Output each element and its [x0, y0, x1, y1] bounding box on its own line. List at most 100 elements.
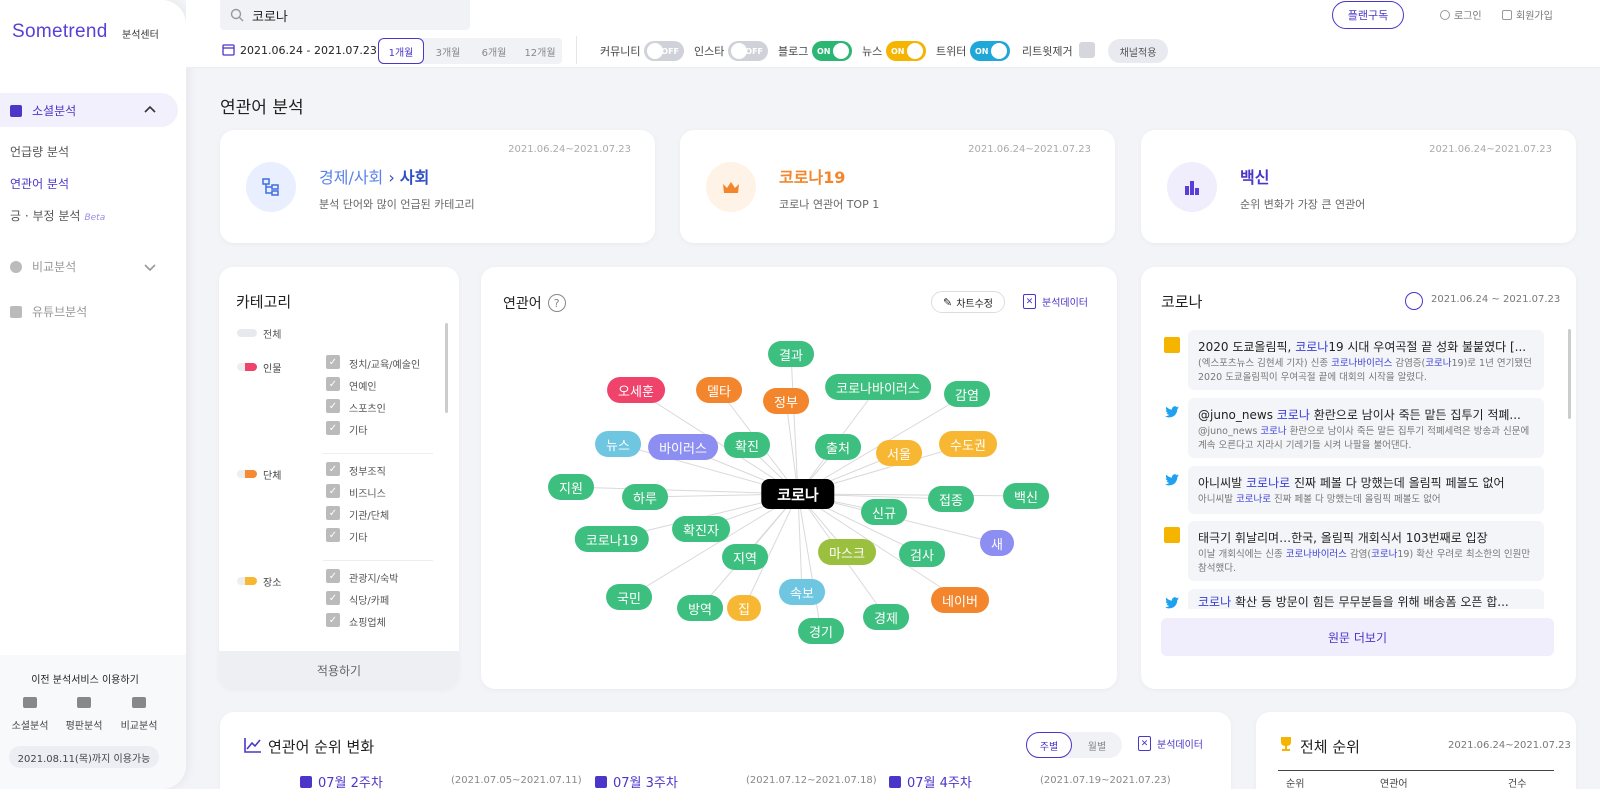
category-toggle[interactable] [237, 577, 257, 585]
legacy-reputation-link[interactable]: 평판분석 [56, 717, 112, 732]
keyword-bubble[interactable]: 결과 [768, 341, 814, 367]
keyword-bubble[interactable]: 국민 [606, 584, 652, 610]
sidebar-item-related[interactable]: 연관어 분석 [10, 175, 69, 192]
date-range[interactable]: 2021.06.24 - 2021.07.23 [240, 44, 377, 57]
keyword-bubble[interactable]: 뉴스 [595, 431, 641, 457]
rank-data-button[interactable]: ✕ 분석데이터 [1138, 736, 1203, 751]
category-checkbox[interactable]: ✓ [326, 399, 340, 413]
toggle-insta[interactable]: OFF [728, 41, 768, 61]
category-checkbox[interactable]: ✓ [326, 528, 340, 542]
apply-button[interactable]: 적용하기 [219, 651, 459, 689]
keyword-bubble[interactable]: 백신 [1003, 483, 1049, 509]
keyword-bubble[interactable]: 수도권 [939, 431, 997, 457]
keyword-bubble[interactable]: 속보 [779, 579, 825, 605]
keyword-bubble[interactable]: 접종 [928, 486, 974, 512]
week-label: 07월 4주차 [889, 772, 972, 789]
tab-monthly[interactable]: 월별 [1074, 733, 1120, 757]
news-item[interactable]: 태극기 휘날리며…한국, 올림픽 개회식서 103번째로 입장 이날 개회식에는… [1188, 521, 1544, 581]
category-checkbox[interactable]: ✓ [326, 569, 340, 583]
network-panel: 연관어? ✎ 차트수정 ✕ 분석데이터 결과 오세훈 델타 정부 코로나바이러스 감염 뉴스 바이… [481, 267, 1117, 689]
legacy-social-link[interactable]: 소셜분석 [2, 717, 58, 732]
sidebar-item-mentions[interactable]: 언급량 분석 [10, 143, 69, 160]
signup-link[interactable]: 회원가입 [1502, 7, 1553, 22]
refresh-icon[interactable] [1405, 292, 1423, 310]
all-toggle[interactable] [237, 329, 257, 337]
news-scrollbar[interactable] [1568, 329, 1571, 419]
news-item[interactable]: 아니씨발 코로나로 진짜 페볼 다 망했는데 올림픽 페볼도 없어 아니씨발 코… [1188, 466, 1544, 514]
keyword-bubble[interactable]: 하루 [622, 484, 668, 510]
chevron-down-icon[interactable] [144, 264, 156, 272]
sidebar-item-sentiment[interactable]: 긍 · 부정 분석 Beta [10, 207, 105, 224]
category-checkbox[interactable]: ✓ [326, 613, 340, 627]
keyword-bubble[interactable]: 코로나19 [574, 526, 650, 552]
plan-button[interactable]: 플랜구독 [1332, 1, 1404, 29]
period-1m[interactable]: 1개월 [378, 38, 424, 64]
toggle-community[interactable]: OFF [644, 41, 684, 61]
login-link[interactable]: 로그인 [1440, 7, 1482, 22]
toggle-community-label: 커뮤니티 [600, 45, 641, 58]
category-checkbox[interactable]: ✓ [326, 421, 340, 435]
search-box[interactable] [220, 0, 470, 30]
keyword-bubble[interactable]: 델타 [696, 377, 742, 403]
divider [576, 36, 577, 64]
keyword-bubble[interactable]: 네이버 [931, 587, 989, 613]
toggle-news[interactable]: ON [886, 41, 926, 61]
social-legacy-icon[interactable] [23, 697, 37, 708]
retweet-checkbox[interactable] [1079, 42, 1095, 58]
keyword-bubble[interactable]: 새 [980, 530, 1014, 556]
news-item[interactable]: 코로나 확산 등 방문이 힘든 무무분들을 위해 배송폼 오픈 합... [1188, 589, 1544, 609]
keyword-bubble[interactable]: 코로나바이러스 [825, 374, 931, 400]
period-12m[interactable]: 12개월 [518, 39, 562, 63]
category-checkbox[interactable]: ✓ [326, 484, 340, 498]
period-3m[interactable]: 3개월 [426, 39, 470, 63]
keyword-bubble[interactable]: 출처 [815, 434, 861, 460]
card-desc: 순위 변화가 가장 큰 연관어 [1240, 198, 1366, 211]
channel-apply-button[interactable]: 채널적용 [1108, 39, 1168, 63]
reputation-legacy-icon[interactable] [77, 697, 91, 708]
keyword-bubble[interactable]: 감염 [944, 381, 990, 407]
category-checkbox[interactable]: ✓ [326, 462, 340, 476]
sidebar-group-social[interactable]: 소셜분석 [10, 102, 76, 119]
more-button[interactable]: 원문 더보기 [1161, 618, 1554, 656]
keyword-bubble[interactable]: 검사 [899, 541, 945, 567]
brand-logo[interactable]: Sometrend [12, 21, 108, 43]
category-scrollbar[interactable] [445, 323, 448, 413]
category-checkbox[interactable]: ✓ [326, 591, 340, 605]
search-input[interactable] [252, 7, 452, 23]
keyword-bubble[interactable]: 정부 [763, 388, 809, 414]
keyword-bubble[interactable]: 지원 [548, 474, 594, 500]
keyword-bubble[interactable]: 오세훈 [607, 377, 665, 403]
keyword-bubble[interactable]: 방역 [677, 595, 723, 621]
keyword-bubble[interactable]: 확진자 [672, 516, 730, 542]
category-checkbox[interactable]: ✓ [326, 355, 340, 369]
tab-weekly[interactable]: 주별 [1026, 732, 1072, 758]
page-title: 연관어 분석 [220, 98, 304, 118]
keyword-bubble[interactable]: 바이러스 [648, 434, 718, 460]
news-item[interactable]: 2020 도쿄올림픽, 코로나19 시대 우여곡절 끝 성화 불붙였다 [...… [1188, 330, 1544, 390]
category-checkbox[interactable]: ✓ [326, 506, 340, 520]
keyword-bubble[interactable]: 집 [727, 595, 761, 621]
category-item-label: 식당/카페 [349, 596, 390, 607]
keyword-bubble[interactable]: 서울 [876, 440, 922, 466]
compare-legacy-icon[interactable] [132, 697, 146, 708]
category-toggle[interactable] [237, 363, 257, 371]
keyword-bubble[interactable]: 지역 [722, 544, 768, 570]
keyword-bubble[interactable]: 신규 [861, 499, 907, 525]
legacy-compare-link[interactable]: 비교분석 [111, 717, 167, 732]
period-6m[interactable]: 6개월 [472, 39, 516, 63]
keyword-bubble[interactable]: 경제 [863, 604, 909, 630]
sidebar-group-compare[interactable]: 비교분석 [10, 258, 76, 275]
center-keyword[interactable]: 코로나 [761, 479, 835, 509]
news-item[interactable]: @juno_news 코로나 환란으로 남이사 죽든 맡든 집투기 적폐... … [1188, 398, 1544, 458]
keyword-bubble[interactable]: 마스크 [818, 539, 876, 565]
toggle-twitter[interactable]: ON [970, 41, 1010, 61]
category-toggle[interactable] [237, 470, 257, 478]
toggle-blog[interactable]: ON [812, 41, 852, 61]
keyword-bubble[interactable]: 확진 [724, 432, 770, 458]
sidebar-group-youtube[interactable]: 유튜브분석 [10, 303, 87, 320]
keyword-bubble[interactable]: 경기 [798, 618, 844, 644]
week-label-text: 07월 4주차 [907, 776, 972, 789]
category-checkbox[interactable]: ✓ [326, 377, 340, 391]
chevron-up-icon[interactable] [144, 105, 156, 113]
trophy-icon [1281, 737, 1291, 751]
